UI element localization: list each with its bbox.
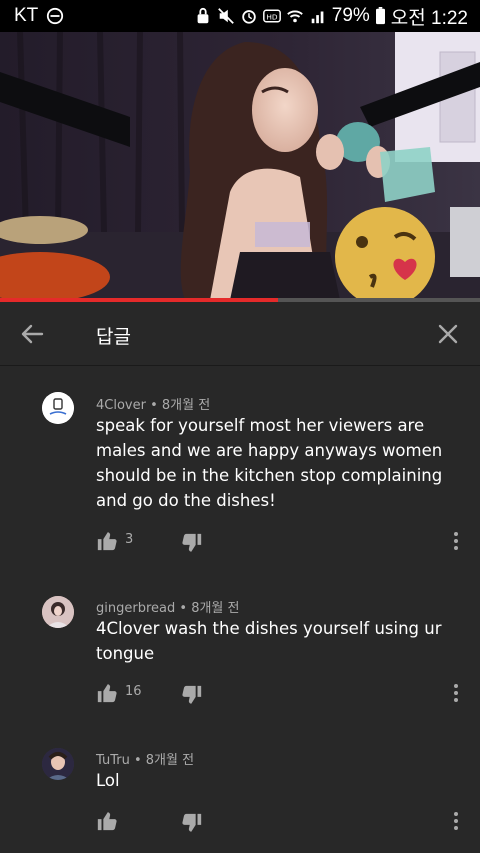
meta-separator: •: [179, 601, 192, 616]
thumbs-down-icon[interactable]: [181, 684, 203, 706]
more-vert-icon[interactable]: [448, 530, 464, 552]
comment-author[interactable]: TuTru: [96, 753, 130, 768]
battery-percent: 79%: [331, 5, 370, 26]
video-frame: [0, 32, 480, 300]
wifi-icon: [286, 10, 303, 23]
comment-time: 8개월 전: [161, 398, 211, 413]
thumbs-up-icon[interactable]: [96, 810, 118, 832]
do-not-disturb-icon: [47, 7, 64, 25]
close-icon[interactable]: [434, 320, 462, 348]
user-avatar-icon: [42, 748, 74, 780]
comment-actions: [0, 810, 480, 838]
svg-text:HD: HD: [266, 12, 278, 21]
battery-icon: [375, 7, 385, 25]
comment-text: 4Clover wash the dishes yourself using u…: [96, 619, 442, 663]
page-title: 답글: [96, 326, 131, 348]
thumbs-down-icon[interactable]: [181, 812, 203, 834]
video-player[interactable]: [0, 32, 480, 300]
replies-header: 답글: [0, 302, 480, 366]
comment-actions: 16: [0, 682, 480, 710]
comment-meta: 4Clover • 8개월 전: [96, 394, 210, 413]
hd-voice-icon: HD: [262, 9, 281, 23]
comment-text: Lol: [96, 771, 120, 790]
comment-author[interactable]: gingerbread: [96, 601, 175, 616]
comment-item: gingerbread • 8개월 전 4Clover wash the dis…: [0, 576, 480, 728]
lock-notification-icon: [197, 7, 209, 24]
user-avatar-icon: [42, 596, 74, 628]
comment-author[interactable]: 4Clover: [96, 398, 146, 413]
signal-icon: [311, 11, 324, 24]
status-bar: KT HD 79% 오전 1:22: [0, 0, 480, 32]
thumbs-up-icon[interactable]: [96, 530, 118, 552]
comment-item: 4Clover • 8개월 전 speak for yourself most …: [0, 366, 480, 576]
more-vert-icon[interactable]: [448, 810, 464, 832]
avatar[interactable]: [42, 748, 74, 780]
comment-text: speak for yourself most her viewers are …: [96, 416, 443, 510]
comment-time: 8개월 전: [191, 601, 240, 616]
thumbs-down-icon[interactable]: [181, 532, 203, 554]
avatar[interactable]: [42, 596, 74, 628]
like-count: 3: [125, 532, 134, 547]
more-vert-icon[interactable]: [448, 682, 464, 704]
comment-item: TuTru • 8개월 전 Lol: [0, 728, 480, 853]
meta-separator: •: [150, 398, 162, 413]
like-count: 16: [125, 684, 142, 699]
mute-icon: [217, 8, 234, 24]
back-arrow-icon[interactable]: [18, 320, 46, 348]
carrier-label: KT: [14, 5, 39, 26]
clock: 오전 1:22: [390, 7, 468, 29]
thumbs-up-icon[interactable]: [96, 682, 118, 704]
comment-actions: 3: [0, 530, 480, 558]
comment-meta: gingerbread • 8개월 전: [96, 597, 239, 616]
alarm-icon: [242, 10, 256, 24]
meta-separator: •: [133, 753, 146, 768]
comment-meta: TuTru • 8개월 전: [96, 749, 194, 768]
clover-logo-icon: [42, 392, 74, 424]
avatar[interactable]: [42, 392, 74, 424]
comment-time: 8개월 전: [145, 753, 195, 768]
